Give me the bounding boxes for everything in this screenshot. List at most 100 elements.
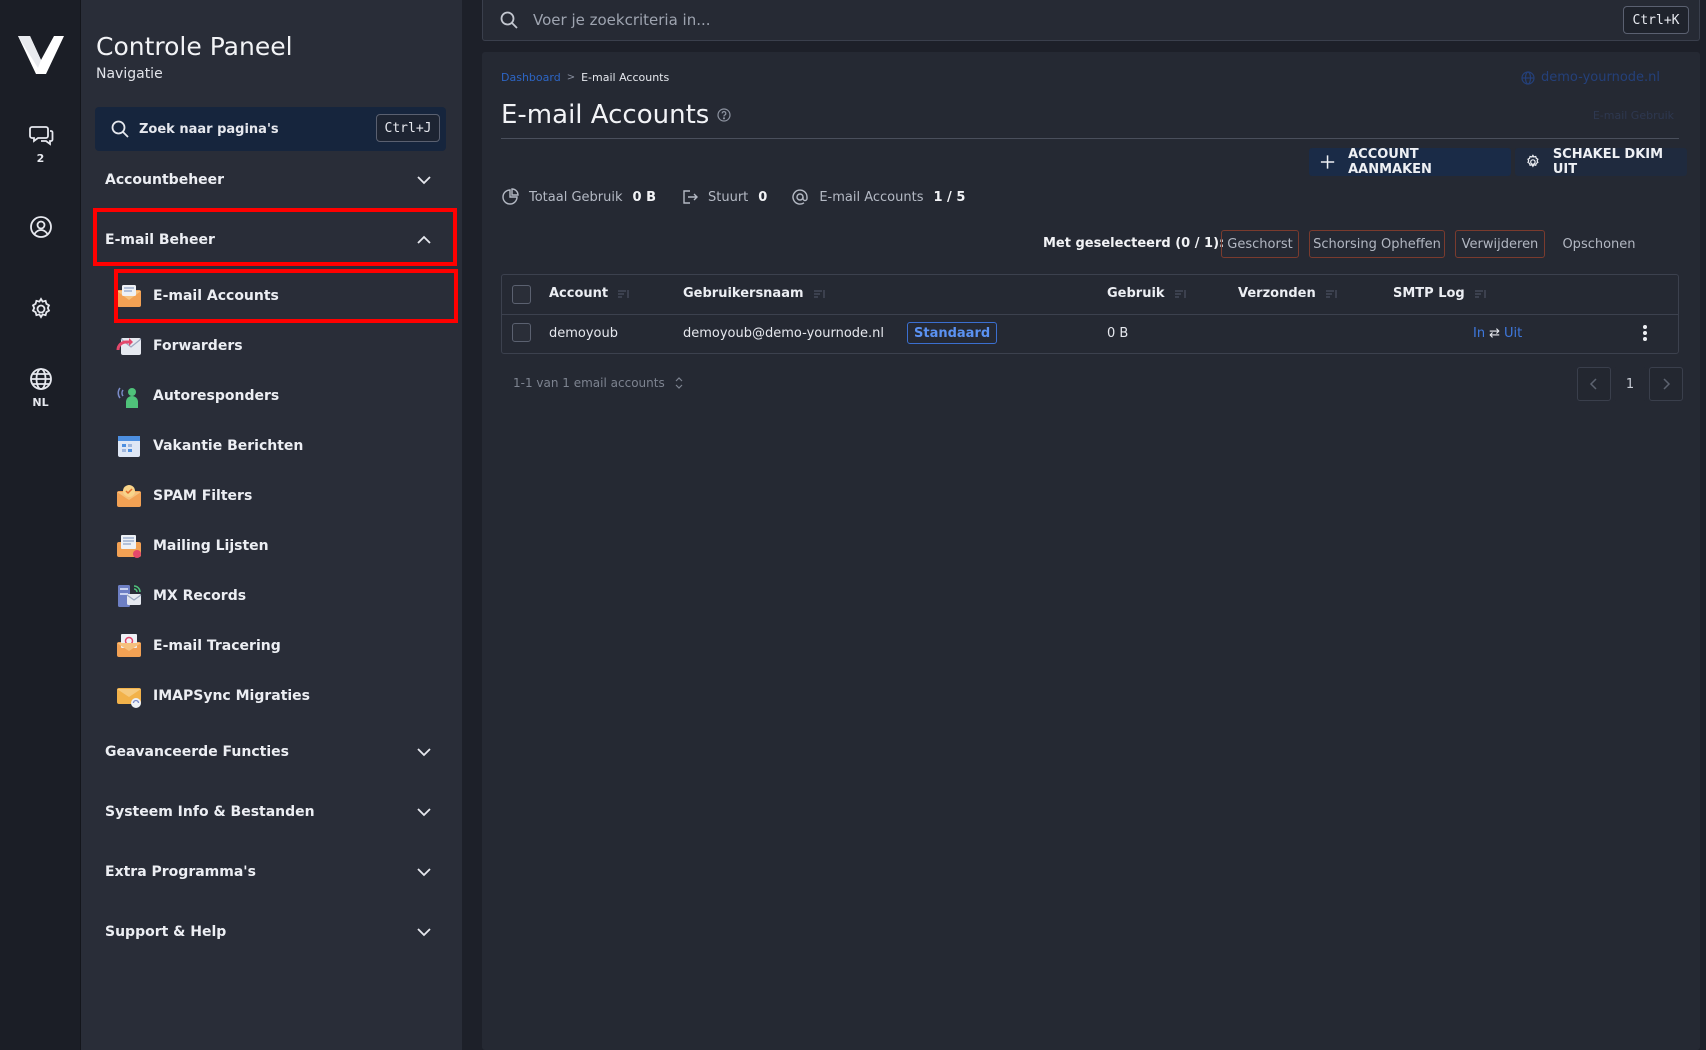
section-support-help[interactable]: Support & Help xyxy=(105,917,445,947)
sidebar-item-email-accounts[interactable]: E-mail Accounts xyxy=(115,274,455,318)
sort-icon xyxy=(1325,289,1337,298)
stat-sends: Stuurt 0 xyxy=(680,188,767,206)
stat-value: 0 xyxy=(758,189,768,205)
stat-label: E-mail Accounts xyxy=(819,189,924,205)
sort-icon xyxy=(813,289,825,298)
stat-value: 0 B xyxy=(632,189,656,205)
sidebar-item-label: SPAM Filters xyxy=(153,488,253,504)
domain-link[interactable]: demo-yournode.nl xyxy=(1521,70,1660,85)
global-search-bar[interactable]: Voer je zoekcriteria in... Ctrl+K xyxy=(482,0,1700,41)
sidebar-item-label: E-mail Tracering xyxy=(153,638,281,654)
sidebar-item-mx-records[interactable]: MX Records xyxy=(115,574,455,618)
bulk-selection-label: Met geselecteerd (0 / 1): xyxy=(1043,236,1225,251)
logo-icon[interactable] xyxy=(16,32,66,78)
accounts-table: Account Gebruikersnaam Gebruik Verzonden… xyxy=(501,274,1679,354)
sidebar-subtitle: Navigatie xyxy=(96,66,163,82)
language-rail-item[interactable]: NL xyxy=(0,366,81,409)
next-page-button[interactable] xyxy=(1649,367,1683,401)
sidebar-item-label: MX Records xyxy=(153,588,247,604)
create-account-button[interactable]: ACCOUNT AANMAKEN xyxy=(1309,147,1511,177)
suspend-button[interactable]: Geschorst xyxy=(1221,230,1299,258)
stats-bar: Totaal Gebruik 0 B Stuurt 0 E-mail Accou… xyxy=(501,188,989,206)
page-number[interactable]: 1 xyxy=(1613,367,1647,401)
email-accounts-icon xyxy=(117,285,141,307)
email-tracing-icon xyxy=(117,634,141,657)
page-search-button[interactable]: Zoek naar pagina's Ctrl+J xyxy=(95,107,446,151)
spam-filters-icon xyxy=(117,485,141,507)
chevron-up-icon xyxy=(417,235,431,244)
toggle-dkim-button[interactable]: SCHAKEL DKIM UIT xyxy=(1515,147,1687,177)
smtp-in-link[interactable]: In xyxy=(1473,326,1485,341)
chevron-down-icon xyxy=(417,748,431,757)
sort-icon xyxy=(618,289,629,298)
sidebar-item-autoresponders[interactable]: Autoresponders xyxy=(115,374,455,418)
pie-chart-icon xyxy=(502,188,519,205)
vacation-messages-icon xyxy=(118,436,140,457)
column-verzonden[interactable]: Verzonden xyxy=(1238,286,1338,301)
prev-page-button[interactable] xyxy=(1577,367,1611,401)
global-search-input[interactable]: Voer je zoekcriteria in... xyxy=(533,11,711,29)
sidebar-item-forwarders[interactable]: Forwarders xyxy=(115,324,455,368)
cell-usage: 0 B xyxy=(1107,326,1129,341)
pagination-info-text: 1-1 van 1 email accounts xyxy=(513,376,665,390)
pagination-info[interactable]: 1-1 van 1 email accounts xyxy=(513,376,683,390)
column-gebruik[interactable]: Gebruik xyxy=(1107,286,1187,301)
breadcrumb-separator: > xyxy=(566,72,576,83)
sidebar-item-label: Mailing Lijsten xyxy=(153,538,269,554)
unsuspend-button[interactable]: Schorsing Opheffen xyxy=(1309,230,1445,258)
breadcrumb-dashboard[interactable]: Dashboard xyxy=(501,71,561,84)
column-label: Gebruik xyxy=(1107,286,1165,301)
column-smtp-log[interactable]: SMTP Log xyxy=(1393,286,1487,301)
column-account[interactable]: Account xyxy=(549,286,630,301)
page-title: E-mail Accounts xyxy=(501,100,731,130)
sidebar-item-label: IMAPSync Migraties xyxy=(153,688,311,704)
page-title-text: E-mail Accounts xyxy=(501,100,710,130)
table-header: Account Gebruikersnaam Gebruik Verzonden… xyxy=(502,275,1678,315)
section-label: Systeem Info & Bestanden xyxy=(105,804,315,820)
stat-value: 1 / 5 xyxy=(933,189,966,205)
main-panel: Dashboard > E-mail Accounts demo-yournod… xyxy=(482,52,1700,1050)
globe-icon xyxy=(29,368,52,390)
page-search-label: Zoek naar pagina's xyxy=(139,121,279,137)
logout-icon xyxy=(683,190,698,204)
section-extra-programmas[interactable]: Extra Programma's xyxy=(105,857,445,887)
clean-button[interactable]: Opschonen xyxy=(1554,230,1644,258)
user-circle-icon xyxy=(29,216,52,238)
delete-button[interactable]: Verwijderen xyxy=(1455,230,1545,258)
sidebar-item-mailing-lijsten[interactable]: Mailing Lijsten xyxy=(115,524,455,568)
sidebar-item-email-tracering[interactable]: E-mail Tracering xyxy=(115,624,455,668)
settings-rail-item[interactable] xyxy=(0,296,81,322)
sidebar-item-label: Vakantie Berichten xyxy=(153,438,304,454)
sidebar-title: Controle Paneel xyxy=(96,32,293,61)
cell-account: demoyoub xyxy=(549,326,619,341)
sidebar-item-vakantie-berichten[interactable]: Vakantie Berichten xyxy=(115,424,455,468)
chat-rail-item[interactable]: 2 xyxy=(0,122,81,165)
profile-rail-item[interactable] xyxy=(0,214,81,240)
section-label: Support & Help xyxy=(105,924,227,940)
create-account-label: ACCOUNT AANMAKEN xyxy=(1348,147,1432,177)
sidebar-item-imapsync-migraties[interactable]: IMAPSync Migraties xyxy=(115,674,455,718)
bulk-actions: Met geselecteerd (0 / 1): Geschorst Scho… xyxy=(482,230,1700,258)
section-accountbeheer[interactable]: Accountbeheer xyxy=(105,165,445,195)
sidebar-item-spam-filters[interactable]: SPAM Filters xyxy=(115,474,455,518)
row-menu-icon[interactable] xyxy=(1642,323,1648,343)
row-checkbox[interactable] xyxy=(512,323,531,342)
select-all-checkbox[interactable] xyxy=(512,285,531,304)
toggle-dkim-label: SCHAKEL DKIM UIT xyxy=(1552,147,1664,177)
help-icon[interactable] xyxy=(717,108,731,122)
language-label: NL xyxy=(32,396,49,409)
email-usage-link[interactable]: E-mail Gebruik xyxy=(1593,109,1674,122)
gear-icon xyxy=(31,297,50,319)
section-systeem-info[interactable]: Systeem Info & Bestanden xyxy=(105,797,445,827)
title-divider xyxy=(501,138,1679,139)
gear-icon xyxy=(1527,154,1539,168)
stat-label: Stuurt xyxy=(708,189,749,205)
section-email-beheer[interactable]: E-mail Beheer xyxy=(105,225,445,255)
column-label: Verzonden xyxy=(1238,286,1316,301)
column-gebruikersnaam[interactable]: Gebruikersnaam xyxy=(683,286,826,301)
sort-icon xyxy=(1474,289,1486,298)
pagination: 1 xyxy=(1577,367,1683,401)
smtp-out-link[interactable]: Uit xyxy=(1504,326,1522,341)
section-geavanceerde-functies[interactable]: Geavanceerde Functies xyxy=(105,737,445,767)
chevron-left-icon xyxy=(1589,378,1597,390)
